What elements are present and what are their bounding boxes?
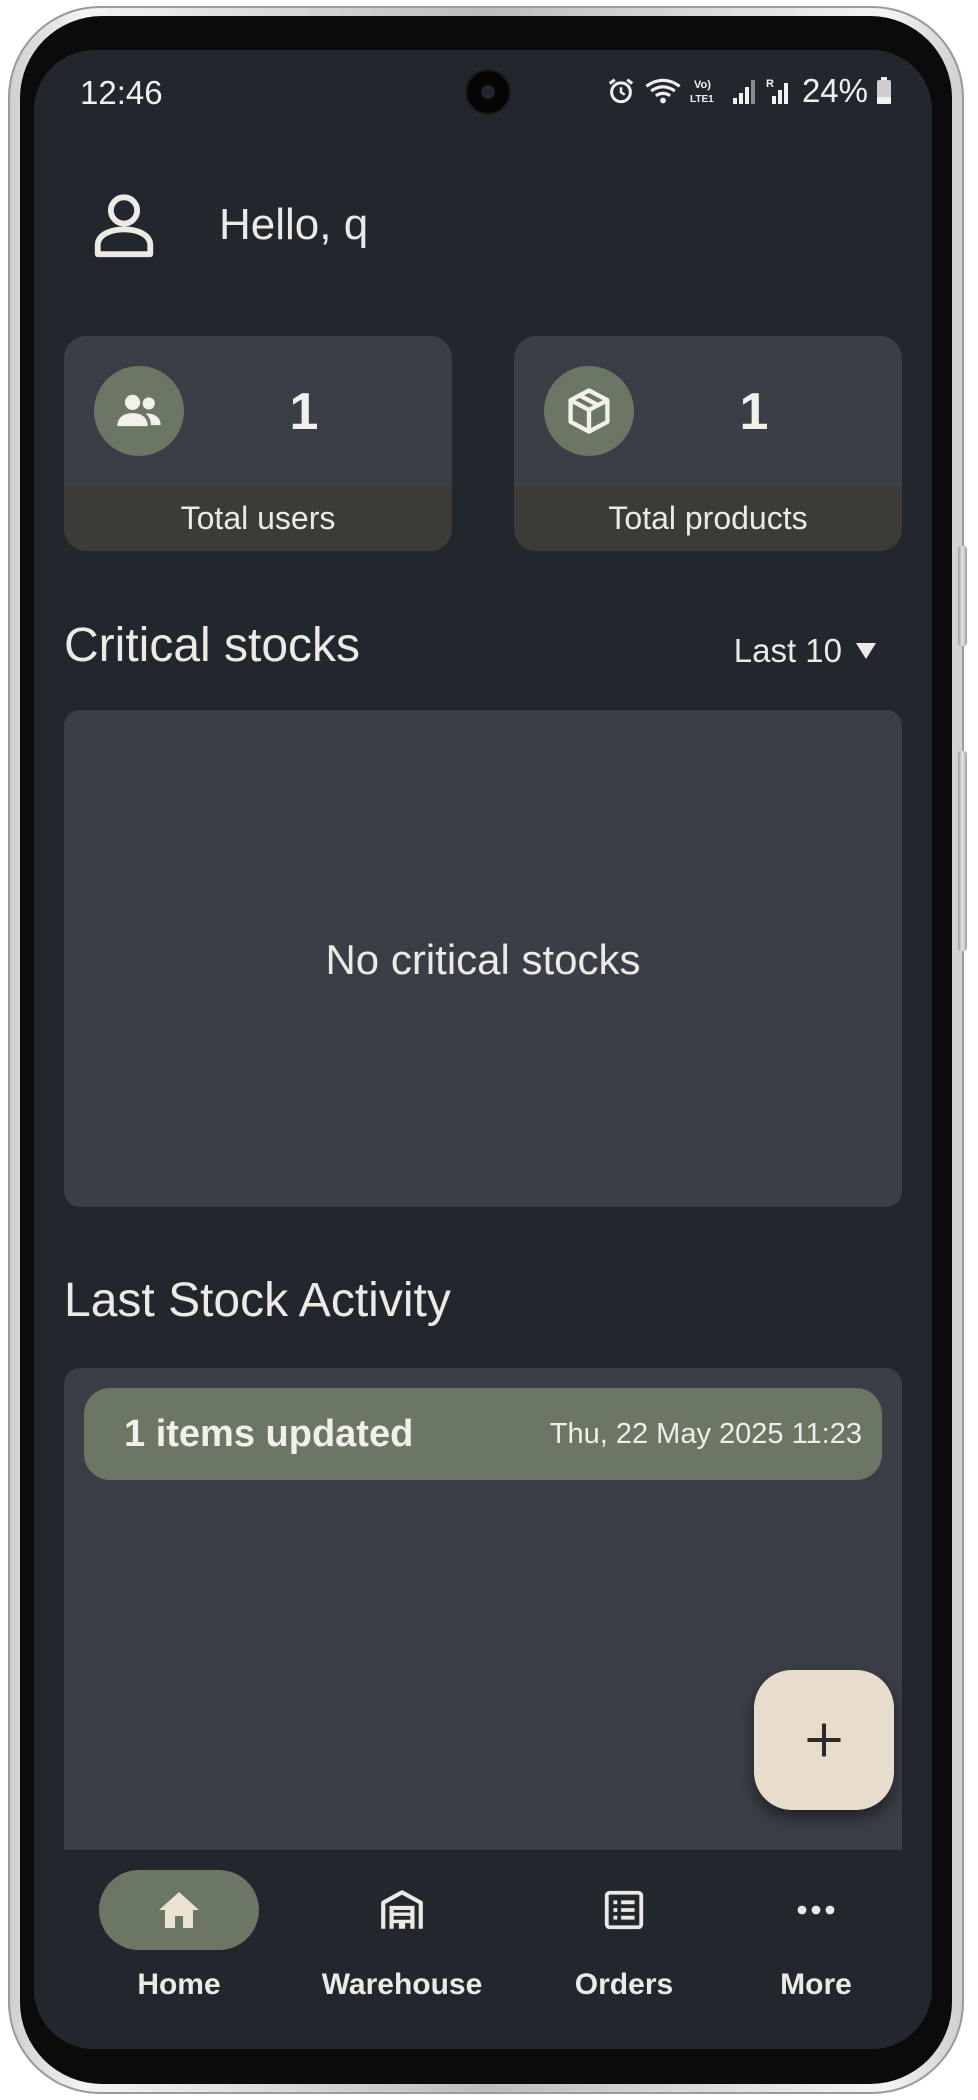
app-screen: 12:46 Vo) LTE1 R 24% Hello, q 1 Total us… [34,50,932,2049]
nav-home[interactable]: Home [79,1870,279,2020]
svg-text:R: R [766,78,774,90]
activity-item-title: 1 items updated [124,1412,414,1455]
warehouse-icon [381,1890,423,1929]
nav-more-label: More [780,1968,852,2001]
greeting-row: Hello, q [89,190,368,260]
orders-icon [604,1890,644,1930]
front-camera [467,71,509,113]
status-bar: 12:46 Vo) LTE1 R 24% [34,50,932,132]
greeting-text: Hello, q [219,200,369,249]
nav-warehouse[interactable]: Warehouse [302,1870,502,2020]
add-fab-button[interactable] [754,1670,894,1810]
users-icon-circle [94,366,184,456]
nav-more[interactable]: More [716,1870,916,2020]
plus-icon [807,1723,841,1757]
volume-button [958,546,967,646]
total-products-label: Total products [514,486,902,551]
battery-icon [877,77,891,104]
signal-icon [732,80,755,104]
nav-home-label: Home [137,1968,221,2001]
total-products-value: 1 [739,383,769,441]
critical-stocks-empty-message: No critical stocks [325,936,641,983]
nav-orders[interactable]: Orders [524,1870,724,2020]
total-users-label: Total users [64,486,452,551]
nav-warehouse-indicator [322,1870,482,1950]
stock-activity-title: Last Stock Activity [64,1274,451,1327]
power-button [958,751,967,951]
status-time: 12:46 [80,74,163,111]
nav-warehouse-label: Warehouse [321,1968,483,2001]
nav-orders-indicator [544,1870,704,1950]
stock-activity-panel: 1 items updated Thu, 22 May 2025 11:23 [64,1368,902,1888]
svg-text:LTE1: LTE1 [690,94,714,105]
dropdown-arrow-icon [856,643,876,659]
users-icon [117,394,161,427]
volte-icon: Vo) LTE1 [690,79,714,105]
box-icon-circle [544,366,634,456]
activity-item-date: Thu, 22 May 2025 11:23 [549,1417,862,1450]
activity-item[interactable]: 1 items updated Thu, 22 May 2025 11:23 [84,1388,882,1480]
wifi-icon [645,78,681,104]
total-users-value: 1 [289,383,319,441]
battery-percent: 24% [801,72,868,109]
nav-orders-label: Orders [574,1968,674,2001]
status-icons: Vo) LTE1 R 24% [606,72,892,110]
critical-stocks-filter[interactable]: Last 10 [734,632,878,670]
critical-stocks-panel: No critical stocks [64,710,902,1207]
nav-home-indicator [99,1870,259,1950]
svg-text:Vo): Vo) [694,79,711,91]
filter-label: Last 10 [733,632,842,669]
nav-more-indicator [736,1870,896,1950]
signal-roaming-icon: R [766,78,788,104]
alarm-icon [608,78,634,104]
total-users-card[interactable]: 1 Total users [64,336,452,551]
box-icon [568,388,610,434]
more-icon [797,1905,835,1915]
total-products-card[interactable]: 1 Total products [514,336,902,551]
user-icon[interactable] [89,190,159,260]
home-icon [159,1892,199,1928]
bottom-nav: Home Warehouse Orders More [34,1850,932,2049]
critical-stocks-title: Critical stocks [64,619,361,672]
